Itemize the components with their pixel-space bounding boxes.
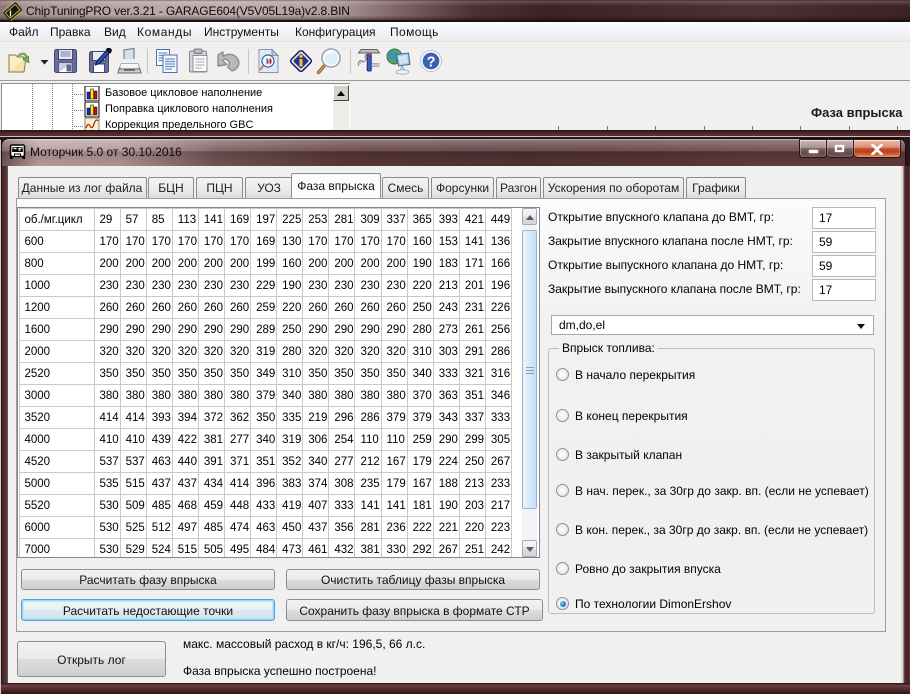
svg-text:?: ? (427, 55, 436, 71)
